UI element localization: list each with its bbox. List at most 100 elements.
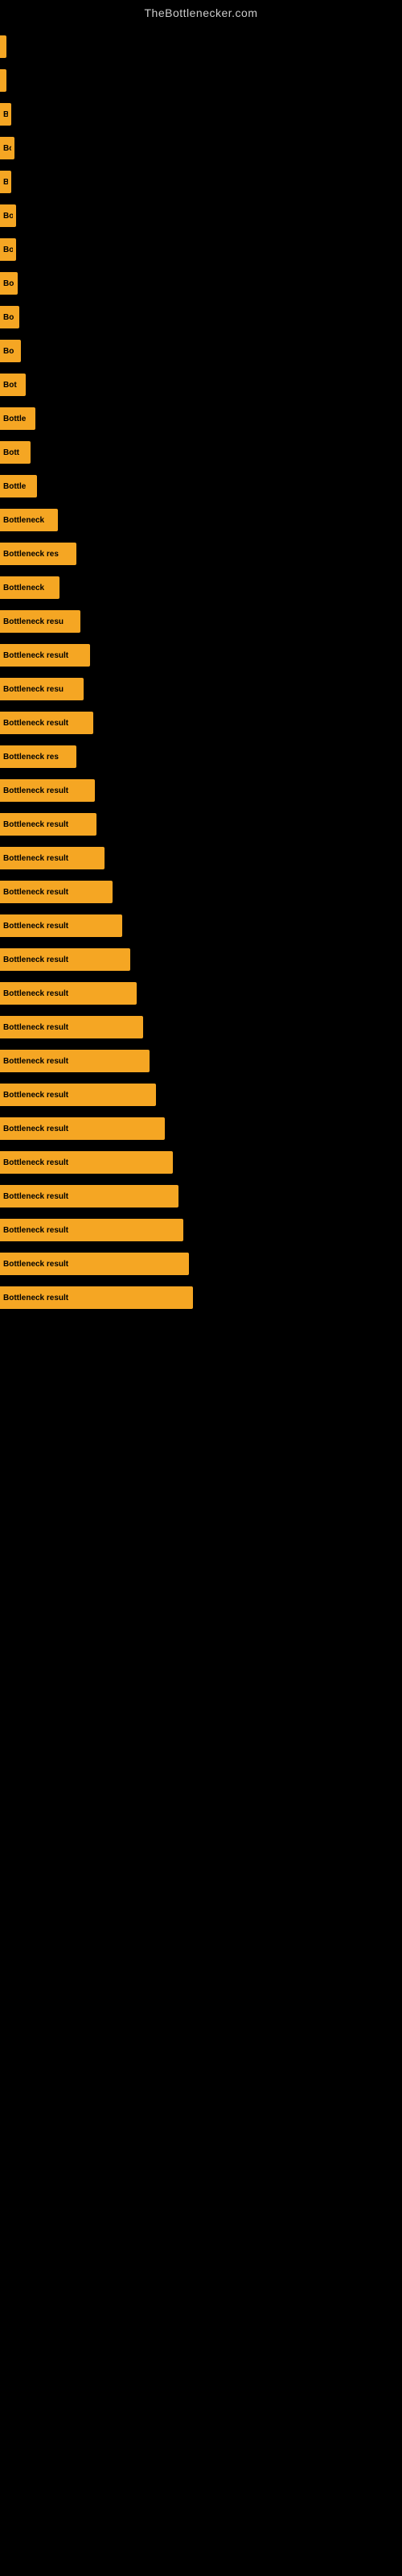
bar-row: Bottleneck <box>0 504 402 536</box>
bar-label-15: Bottleneck <box>3 516 44 525</box>
bar-label-28: Bottleneck result <box>3 956 68 964</box>
bar-label-11: Bot <box>3 381 17 390</box>
bar-row: Bottleneck result <box>0 876 402 908</box>
bar-16: Bottleneck res <box>0 543 76 565</box>
bar-8: Bo <box>0 272 18 295</box>
bar-21: Bottleneck result <box>0 712 93 734</box>
bar-label-20: Bottleneck resu <box>3 685 64 694</box>
bar-18: Bottleneck resu <box>0 610 80 633</box>
bar-label-37: Bottleneck result <box>3 1260 68 1269</box>
bar-label-35: Bottleneck result <box>3 1192 68 1201</box>
bar-9: Bo <box>0 306 19 328</box>
bar-label-4: Bo <box>3 144 11 153</box>
bar-12: Bottle <box>0 407 35 430</box>
bar-29: Bottleneck result <box>0 982 137 1005</box>
bar-row: Bottleneck result <box>0 1045 402 1077</box>
bar-row <box>0 31 402 63</box>
bar-26: Bottleneck result <box>0 881 113 903</box>
bar-row: Bottleneck resu <box>0 673 402 705</box>
bar-label-24: Bottleneck result <box>3 820 68 829</box>
bar-23: Bottleneck result <box>0 779 95 802</box>
bar-10: Bo <box>0 340 21 362</box>
bar-label-27: Bottleneck result <box>3 922 68 931</box>
bar-row: Bot <box>0 369 402 401</box>
bar-7: Bo <box>0 238 16 261</box>
bar-label-30: Bottleneck result <box>3 1023 68 1032</box>
bar-label-36: Bottleneck result <box>3 1226 68 1235</box>
bar-row: Bottle <box>0 402 402 435</box>
bar-label-32: Bottleneck result <box>3 1091 68 1100</box>
bar-36: Bottleneck result <box>0 1219 183 1241</box>
bar-row: Bottleneck <box>0 572 402 604</box>
bar-24: Bottleneck result <box>0 813 96 836</box>
bar-label-8: Bo <box>3 279 14 288</box>
bar-label-25: Bottleneck result <box>3 854 68 863</box>
bar-row: Bottleneck resu <box>0 605 402 638</box>
bar-row: Bottleneck result <box>0 1079 402 1111</box>
bar-11: Bot <box>0 374 26 396</box>
bar-label-33: Bottleneck result <box>3 1125 68 1133</box>
bar-33: Bottleneck result <box>0 1117 165 1140</box>
bar-label-12: Bottle <box>3 415 26 423</box>
bar-19: Bottleneck result <box>0 644 90 667</box>
bar-row: Bo <box>0 132 402 164</box>
bar-label-17: Bottleneck <box>3 584 44 592</box>
bar-row: Bo <box>0 200 402 232</box>
bar-row: Bottle <box>0 470 402 502</box>
bar-row: Bottleneck result <box>0 1248 402 1280</box>
bar-3: B <box>0 103 11 126</box>
bar-row: Bottleneck result <box>0 707 402 739</box>
bar-row: B <box>0 166 402 198</box>
bar-label-18: Bottleneck resu <box>3 617 64 626</box>
bars-container: B Bo B Bo Bo Bo Bo Bo Bot Bottle Bott Bottle Bottlen… <box>0 23 402 1315</box>
bar-row: Bottleneck result <box>0 774 402 807</box>
bar-row: Bottleneck result <box>0 1146 402 1179</box>
bar-20: Bottleneck resu <box>0 678 84 700</box>
bar-label-7: Bo <box>3 246 13 254</box>
bar-label-19: Bottleneck result <box>3 651 68 660</box>
bar-34: Bottleneck result <box>0 1151 173 1174</box>
bar-15: Bottleneck <box>0 509 58 531</box>
site-title: TheBottlenecker.com <box>0 0 402 23</box>
bar-17: Bottleneck <box>0 576 59 599</box>
bar-label-34: Bottleneck result <box>3 1158 68 1167</box>
bar-31: Bottleneck result <box>0 1050 150 1072</box>
bar-27: Bottleneck result <box>0 914 122 937</box>
bar-label-3: B <box>3 110 8 119</box>
bar-label-9: Bo <box>3 313 14 322</box>
bar-13: Bott <box>0 441 31 464</box>
bar-row: Bottleneck result <box>0 910 402 942</box>
bar-1 <box>0 35 6 58</box>
bar-row: Bo <box>0 233 402 266</box>
bar-row: Bottleneck result <box>0 1011 402 1043</box>
bar-row: Bottleneck result <box>0 943 402 976</box>
bar-row: Bottleneck result <box>0 842 402 874</box>
bar-25: Bottleneck result <box>0 847 105 869</box>
bar-row: Bo <box>0 301 402 333</box>
bar-label-16: Bottleneck res <box>3 550 59 559</box>
bar-label-14: Bottle <box>3 482 26 491</box>
bar-row: Bott <box>0 436 402 469</box>
bar-28: Bottleneck result <box>0 948 130 971</box>
bar-label-22: Bottleneck res <box>3 753 59 762</box>
bar-row: Bottleneck res <box>0 538 402 570</box>
bar-row: Bottleneck result <box>0 1113 402 1145</box>
bar-label-31: Bottleneck result <box>3 1057 68 1066</box>
bar-row: Bottleneck result <box>0 808 402 840</box>
bar-6: Bo <box>0 204 16 227</box>
bar-row: Bottleneck res <box>0 741 402 773</box>
bar-5: B <box>0 171 11 193</box>
bar-label-26: Bottleneck result <box>3 888 68 897</box>
bar-label-6: Bo <box>3 212 13 221</box>
bar-row: Bottleneck result <box>0 977 402 1009</box>
bar-label-10: Bo <box>3 347 14 356</box>
bar-row: Bottleneck result <box>0 1180 402 1212</box>
bar-row: Bottleneck result <box>0 1282 402 1314</box>
bar-row: Bottleneck result <box>0 1214 402 1246</box>
bar-label-38: Bottleneck result <box>3 1294 68 1302</box>
bar-label-21: Bottleneck result <box>3 719 68 728</box>
bar-label-13: Bott <box>3 448 19 457</box>
bar-32: Bottleneck result <box>0 1084 156 1106</box>
bar-row: B <box>0 98 402 130</box>
bar-22: Bottleneck res <box>0 745 76 768</box>
